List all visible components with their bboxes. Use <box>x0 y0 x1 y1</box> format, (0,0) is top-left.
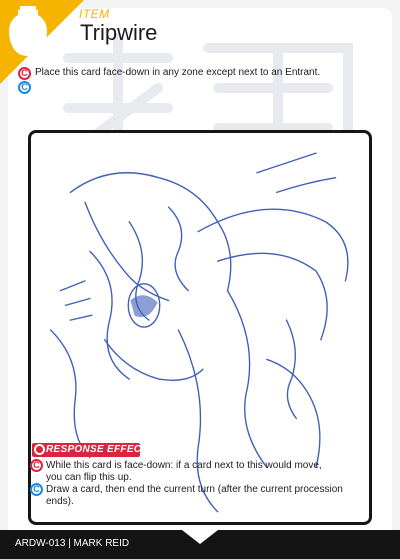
response-line-4: ends). <box>46 496 74 507</box>
response-cost-red-icon: C <box>30 459 43 472</box>
ability-text: Place this card face-down in any zone ex… <box>35 67 321 78</box>
game-card: ITEM Tripwire C C Place this card face-d… <box>0 0 400 559</box>
cost-blue-icon: C <box>18 81 31 94</box>
response-line-2: you can flip this up. <box>46 472 132 483</box>
response-icon <box>34 444 45 455</box>
response-cost-blue-icon: C <box>30 483 43 496</box>
footer-notch-icon <box>182 530 218 544</box>
response-line-3: Draw a card, then end the current turn (… <box>46 484 343 495</box>
card-id-and-artist: ARDW-013 | MARK REID <box>15 538 130 549</box>
card-type-label: ITEM <box>79 7 110 21</box>
cost-red-icon: C <box>18 67 31 80</box>
response-effect-label: RESPONSE EFFECT <box>46 444 148 455</box>
card-title: Tripwire <box>80 20 158 45</box>
response-line-1: While this card is face-down: if a card … <box>46 460 322 471</box>
